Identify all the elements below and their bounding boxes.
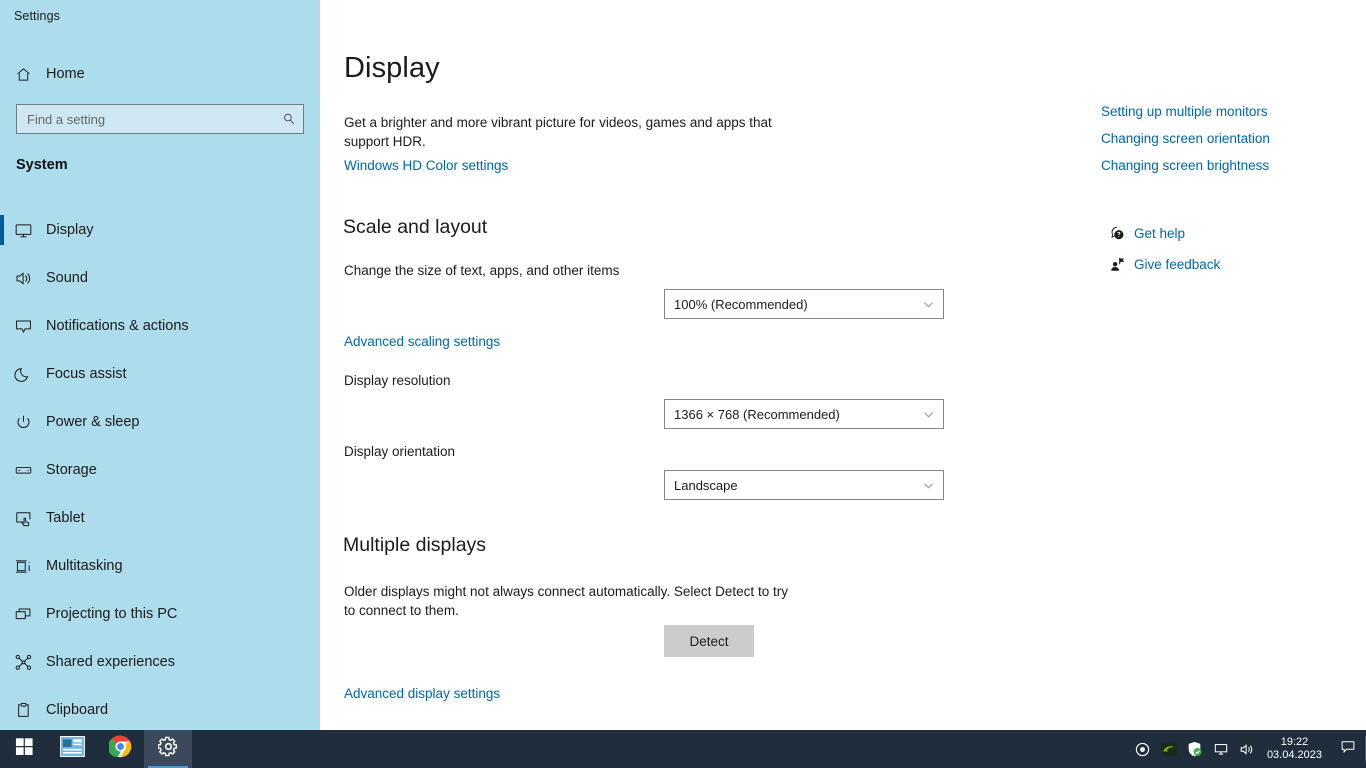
settings-button[interactable] [144,730,192,768]
task-view-button[interactable] [48,730,96,768]
tablet-icon [0,509,46,528]
sidebar-item-multitasking[interactable]: Multitasking [0,542,320,590]
start-button[interactable] [0,730,48,768]
blue-app-icon [59,736,85,762]
resolution-dropdown-value: 1366 × 768 (Recommended) [674,406,840,422]
nvidia-tray-icon[interactable] [1156,730,1182,768]
windows-hd-color-settings-link[interactable]: Windows HD Color settings [344,158,508,173]
sidebar-item-projecting[interactable]: Projecting to this PC [0,590,320,638]
search-icon [275,112,303,126]
rail-link-screen-orientation[interactable]: Changing screen orientation [1101,131,1270,146]
system-tray: 19:22 03.04.2023 [1130,730,1366,768]
chrome-button[interactable] [96,730,144,768]
clock-date: 03.04.2023 [1266,749,1322,761]
sidebar-item-tablet[interactable]: Tablet [0,494,320,542]
get-help-label: Get help [1134,225,1186,241]
chrome-icon [107,735,132,763]
speaker-icon [0,269,46,288]
settings-window: Settings Home System [0,0,1366,730]
taskbar-clock[interactable]: 19:22 03.04.2023 [1260,730,1331,768]
sidebar-item-label: Sound [46,270,88,286]
clock-time: 19:22 [1280,736,1309,748]
resolution-dropdown[interactable]: 1366 × 768 (Recommended) [664,399,944,429]
notification-center-icon [1340,739,1356,759]
detect-button[interactable]: Detect [664,625,754,657]
get-help-action[interactable]: Get help [1101,221,1185,245]
window-title: Settings [14,9,60,23]
power-icon [0,413,46,432]
sidebar-nav-list: Display Sound Notifications & actions Fo… [0,206,320,734]
sidebar-item-label: Projecting to this PC [46,606,178,622]
notification-center-button[interactable] [1331,730,1365,768]
share-icon [0,653,46,672]
scale-dropdown-value: 100% (Recommended) [674,296,808,312]
sidebar-item-clipboard[interactable]: Clipboard [0,686,320,734]
sidebar-item-power-sleep[interactable]: Power & sleep [0,398,320,446]
sidebar-item-label: Tablet [46,510,85,526]
sidebar-item-focus-assist[interactable]: Focus assist [0,350,320,398]
hdr-description: Get a brighter and more vibrant picture … [344,115,772,149]
home-icon [0,66,46,83]
sidebar-item-notifications[interactable]: Notifications & actions [0,302,320,350]
sidebar-item-label: Focus assist [46,366,127,382]
orientation-dropdown[interactable]: Landscape [664,470,944,500]
sidebar-item-label: Storage [46,462,97,478]
scale-and-layout-heading: Scale and layout [343,216,488,238]
search-input[interactable] [17,111,275,127]
sidebar-category-label: System [16,157,68,173]
recorder-tray-icon[interactable] [1130,730,1156,768]
sidebar-item-shared-experiences[interactable]: Shared experiences [0,638,320,686]
volume-tray-icon[interactable] [1234,730,1260,768]
sidebar-item-home[interactable]: Home [0,58,320,90]
orientation-dropdown-value: Landscape [674,477,738,493]
scale-dropdown[interactable]: 100% (Recommended) [664,289,944,319]
sidebar-item-storage[interactable]: Storage [0,446,320,494]
projecting-icon [0,605,46,624]
advanced-display-settings-link[interactable]: Advanced display settings [344,686,500,701]
multiple-displays-description: Older displays might not always connect … [344,584,788,618]
sidebar-item-label: Shared experiences [46,654,175,670]
sidebar-item-label: Multitasking [46,558,123,574]
give-feedback-action[interactable]: Give feedback [1101,252,1220,276]
sidebar-item-label: Display [46,222,94,238]
sidebar: Settings Home System [0,0,320,730]
sidebar-home-label: Home [46,66,85,82]
notification-icon [0,317,46,336]
clipboard-icon [0,701,46,720]
resolution-label: Display resolution [344,373,451,388]
sidebar-item-label: Clipboard [46,702,109,718]
selection-indicator [0,215,4,245]
page-title: Display [344,52,440,84]
related-settings-rail: Setting up multiple monitors Changing sc… [1101,0,1366,730]
sidebar-item-sound[interactable]: Sound [0,254,320,302]
moon-icon [0,365,46,384]
drive-icon [0,461,46,480]
multitasking-icon [0,557,46,576]
chevron-down-icon [913,298,943,311]
help-bubble-icon [1101,225,1134,242]
windows-logo-icon [15,737,34,761]
monitor-icon [0,221,46,240]
multiple-displays-heading: Multiple displays [343,534,487,556]
sidebar-item-display[interactable]: Display [0,206,320,254]
taskbar: 19:22 03.04.2023 [0,730,1366,768]
gear-icon [156,736,179,762]
rail-link-screen-brightness[interactable]: Changing screen brightness [1101,158,1269,173]
sidebar-item-label: Power & sleep [46,414,140,430]
give-feedback-label: Give feedback [1134,256,1221,272]
search-box[interactable] [16,104,304,134]
scale-label: Change the size of text, apps, and other… [344,263,620,278]
sidebar-item-label: Notifications & actions [46,318,189,334]
feedback-person-icon [1101,256,1134,273]
chevron-down-icon [913,408,943,421]
advanced-scaling-settings-link[interactable]: Advanced scaling settings [344,334,500,349]
network-tray-icon[interactable] [1208,730,1234,768]
rail-link-multiple-monitors[interactable]: Setting up multiple monitors [1101,104,1268,119]
orientation-label: Display orientation [344,444,456,459]
chevron-down-icon [913,479,943,492]
defender-tray-icon[interactable] [1182,730,1208,768]
